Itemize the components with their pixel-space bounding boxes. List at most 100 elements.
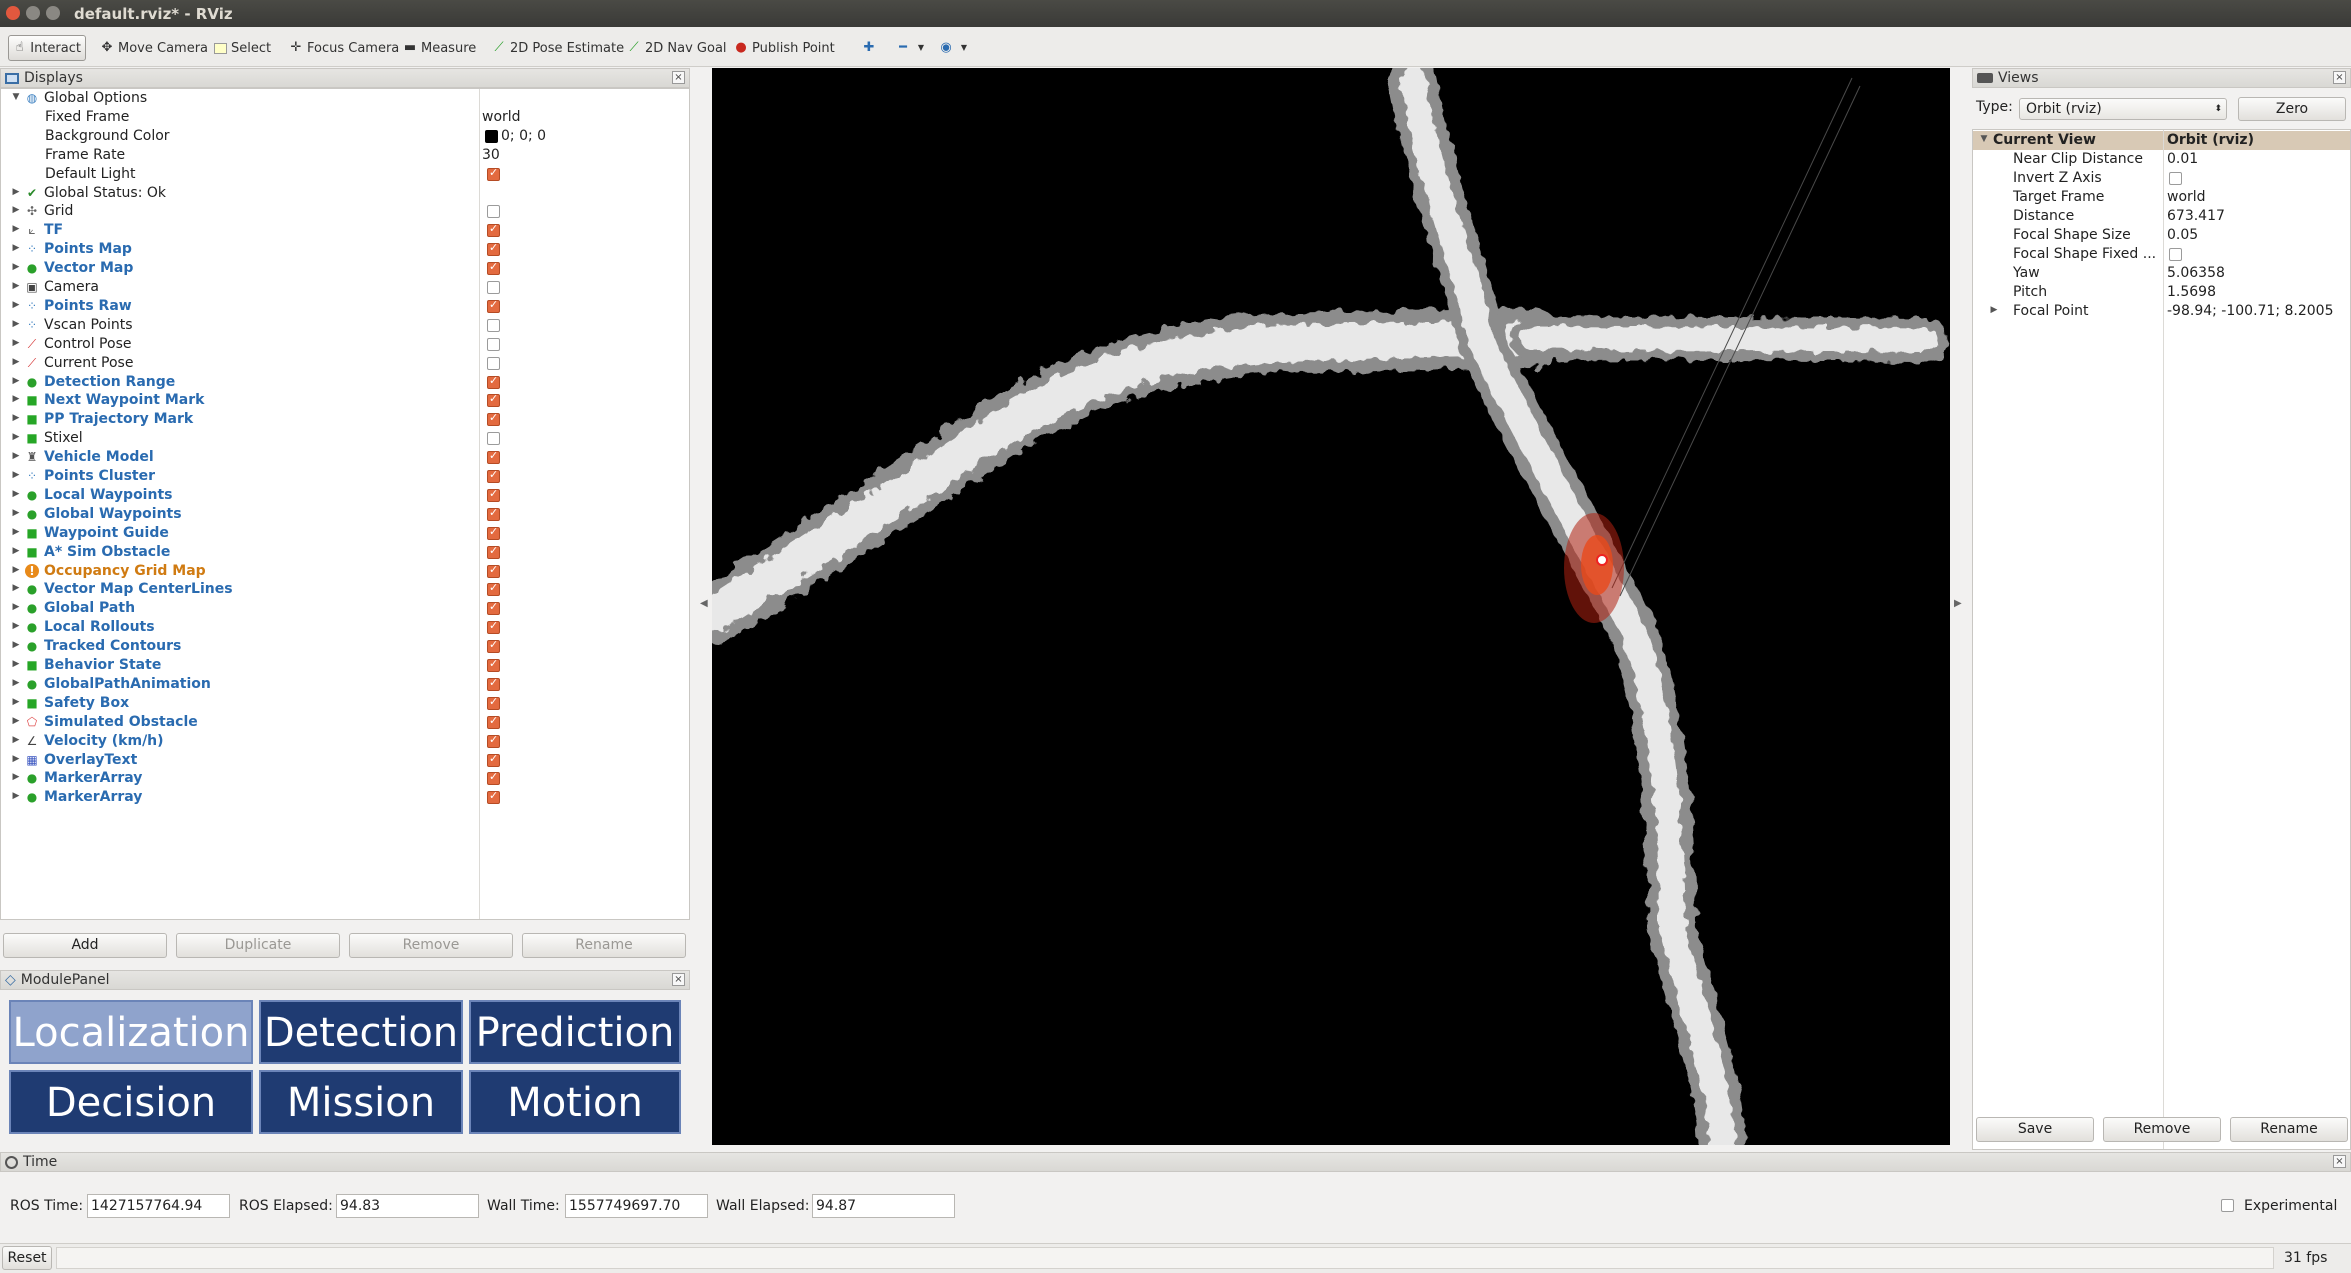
panels-menu-button[interactable]: ◉ ▼ xyxy=(935,35,975,61)
property-row[interactable]: Fixed Frame world xyxy=(1,108,691,127)
expand-right-icon[interactable]: ▶ xyxy=(11,205,21,215)
rename-view-button[interactable]: Rename xyxy=(2230,1117,2348,1142)
maximize-window-icon[interactable] xyxy=(46,6,60,20)
enable-checkbox[interactable] xyxy=(487,374,500,389)
property-row[interactable]: Default Light xyxy=(1,165,691,184)
expand-down-icon[interactable]: ▼ xyxy=(1979,134,1989,144)
expand-right-icon[interactable]: ▶ xyxy=(11,357,21,367)
enable-checkbox[interactable] xyxy=(487,638,500,654)
expand-right-icon[interactable]: ▶ xyxy=(11,697,21,707)
display-item[interactable]: ▶ ■ Behavior State xyxy=(1,656,691,675)
view-property-value[interactable]: 0.05 xyxy=(2167,227,2198,243)
expand-right-icon[interactable]: ▶ xyxy=(11,319,21,329)
tool-select[interactable]: Select xyxy=(210,35,275,61)
experimental-checkbox[interactable] xyxy=(2221,1199,2234,1212)
expand-right-icon[interactable]: ▶ xyxy=(11,791,21,801)
detection-button[interactable]: Detection xyxy=(259,1000,463,1064)
expand-right-icon[interactable]: ▶ xyxy=(1989,305,1999,315)
expand-right-icon[interactable]: ▶ xyxy=(11,300,21,310)
enable-checkbox[interactable] xyxy=(487,432,500,446)
close-window-icon[interactable] xyxy=(6,6,20,20)
expand-right-icon[interactable]: ▶ xyxy=(11,376,21,386)
enable-checkbox[interactable] xyxy=(487,525,500,540)
expand-right-icon[interactable]: ▶ xyxy=(11,602,21,612)
remove-tool-button[interactable]: ━ ▼ xyxy=(892,35,932,61)
display-item[interactable]: ▶ ∠ Velocity (km/h) xyxy=(1,732,691,751)
property-value[interactable]: world xyxy=(482,109,521,125)
add-tool-button[interactable]: ✚ xyxy=(858,35,880,61)
view-property-row[interactable]: ▶ Focal Point -98.94; -100.71; 8.2005 xyxy=(1973,302,2350,321)
view-property-row[interactable]: Focal Shape Fixed ... xyxy=(1973,245,2350,264)
display-item[interactable]: ▶ ▦ OverlayText xyxy=(1,751,691,770)
expand-right-icon[interactable]: ▶ xyxy=(11,338,21,348)
expand-right-icon[interactable]: ▶ xyxy=(11,735,21,745)
enable-checkbox[interactable] xyxy=(487,676,500,691)
enable-checkbox[interactable] xyxy=(487,657,500,672)
display-item[interactable]: ▶ ⁘ Vscan Points xyxy=(1,316,691,335)
display-item[interactable]: ▶ ♜ Vehicle Model xyxy=(1,448,691,467)
rename-display-button[interactable]: Rename xyxy=(522,933,686,958)
expand-right-icon[interactable]: ▶ xyxy=(11,187,21,197)
view-property-row[interactable]: Invert Z Axis xyxy=(1973,169,2350,188)
display-item[interactable]: ▶ ● Detection Range xyxy=(1,373,691,392)
display-item[interactable]: ▶ ● Global Path xyxy=(1,599,691,618)
enable-checkbox[interactable] xyxy=(487,392,500,408)
enable-checkbox[interactable] xyxy=(487,205,500,219)
property-value[interactable]: 0; 0; 0 xyxy=(501,128,546,144)
enable-checkbox[interactable] xyxy=(487,581,500,597)
tool-interact[interactable]: ☝ Interact xyxy=(8,35,86,61)
property-checkbox[interactable] xyxy=(2169,248,2182,261)
expand-right-icon[interactable]: ▶ xyxy=(11,546,21,556)
reset-button[interactable]: Reset xyxy=(2,1246,52,1270)
collapse-right-arrow-icon[interactable]: ▶ xyxy=(1954,598,1962,609)
expand-right-icon[interactable]: ▶ xyxy=(11,527,21,537)
view-type-select[interactable]: Orbit (rviz) ⬍ xyxy=(2019,98,2227,120)
decision-button[interactable]: Decision xyxy=(9,1070,253,1134)
expand-right-icon[interactable]: ▶ xyxy=(11,678,21,688)
expand-right-icon[interactable]: ▶ xyxy=(11,754,21,764)
display-item[interactable]: ▶ ● Local Waypoints xyxy=(1,486,691,505)
expand-right-icon[interactable]: ▶ xyxy=(11,640,21,650)
tool-2d-nav-goal[interactable]: ⟋ 2D Nav Goal xyxy=(623,35,731,61)
enable-checkbox[interactable] xyxy=(487,318,500,332)
expand-right-icon[interactable]: ▶ xyxy=(11,565,21,575)
expand-right-icon[interactable]: ▶ xyxy=(11,224,21,234)
expand-right-icon[interactable]: ▶ xyxy=(11,621,21,631)
wall-elapsed-field[interactable]: 94.87 xyxy=(812,1194,955,1218)
expand-right-icon[interactable]: ▶ xyxy=(11,262,21,272)
view-property-value[interactable]: -98.94; -100.71; 8.2005 xyxy=(2167,303,2334,319)
expand-right-icon[interactable]: ▶ xyxy=(11,243,21,253)
display-item[interactable]: ▶ ▣ Camera xyxy=(1,278,691,297)
minimize-window-icon[interactable] xyxy=(26,6,40,20)
zero-button[interactable]: Zero xyxy=(2238,97,2346,121)
view-property-row[interactable]: Pitch 1.5698 xyxy=(1973,283,2350,302)
tree-row-global-options[interactable]: ▼ ◍ Global Options xyxy=(1,89,691,108)
3d-render-viewport[interactable] xyxy=(712,68,1950,1145)
view-property-row[interactable]: Distance 673.417 xyxy=(1973,207,2350,226)
expand-right-icon[interactable]: ▶ xyxy=(11,394,21,404)
enable-checkbox[interactable] xyxy=(487,600,500,616)
enable-checkbox[interactable] xyxy=(487,506,500,521)
close-icon[interactable]: × xyxy=(2333,1155,2346,1168)
display-item[interactable]: ▶ ✣ Grid xyxy=(1,202,691,221)
tool-move-camera[interactable]: ✥ Move Camera xyxy=(96,35,212,61)
displays-tree[interactable]: ▼ ◍ Global Options Fixed Frame world Backgrou… xyxy=(0,88,690,920)
enable-checkbox[interactable] xyxy=(487,468,500,483)
display-item[interactable]: ▶ ● Tracked Contours xyxy=(1,637,691,656)
view-property-value[interactable]: 0.01 xyxy=(2167,151,2198,167)
enable-checkbox[interactable] xyxy=(487,695,500,710)
tool-measure[interactable]: ▬ Measure xyxy=(399,35,480,61)
mission-button[interactable]: Mission xyxy=(259,1070,463,1134)
property-checkbox[interactable] xyxy=(2169,172,2182,185)
enable-checkbox[interactable] xyxy=(487,733,500,748)
display-item[interactable]: ▶ ⟀ TF xyxy=(1,221,691,240)
remove-view-button[interactable]: Remove xyxy=(2103,1117,2221,1142)
collapse-left-arrow-icon[interactable]: ◀ xyxy=(700,598,708,609)
tool-2d-pose-estimate[interactable]: ⟋ 2D Pose Estimate xyxy=(488,35,628,61)
enable-checkbox[interactable] xyxy=(487,298,500,313)
enable-checkbox[interactable] xyxy=(487,487,500,502)
display-item[interactable]: ▶ ● Vector Map xyxy=(1,259,691,278)
property-row[interactable]: Background Color 0; 0; 0 xyxy=(1,127,691,146)
tool-publish-point[interactable]: ● Publish Point xyxy=(730,35,839,61)
enable-checkbox[interactable] xyxy=(487,563,500,578)
